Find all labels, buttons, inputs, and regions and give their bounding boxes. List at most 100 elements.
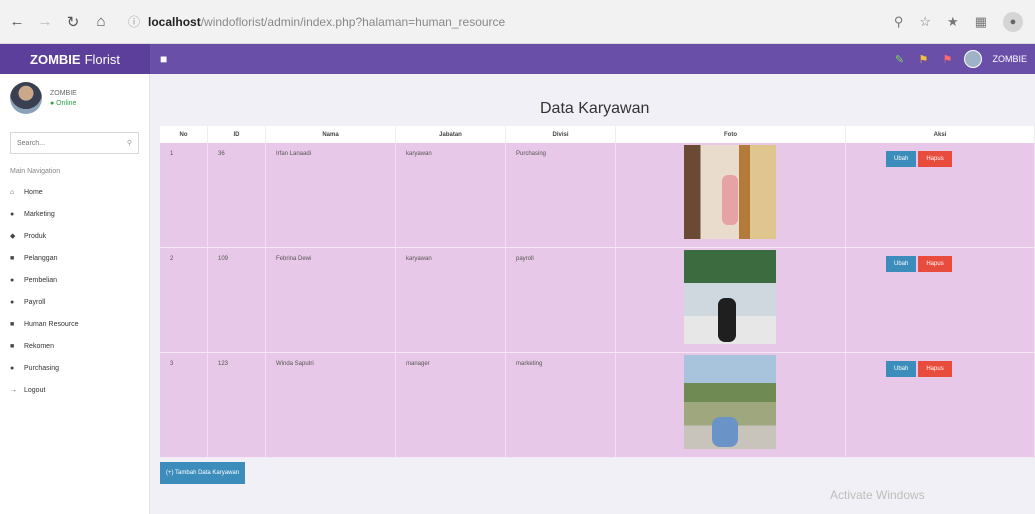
avatar	[10, 82, 42, 114]
home-browser-icon[interactable]: ⌂	[90, 11, 112, 33]
edit-button[interactable]: Ubah	[886, 361, 917, 377]
sidebar-toggle-icon[interactable]: ■	[160, 52, 167, 66]
user-icon: ■	[10, 320, 15, 328]
sidebar-item-rekomen[interactable]: ■ Rekomen	[0, 335, 149, 357]
table-row: 3 123 Winda Saputri manager marketing Ub…	[160, 353, 1035, 458]
logout-icon: →	[10, 386, 17, 394]
collections-icon[interactable]: ▦	[975, 14, 987, 30]
cell-id: 36	[208, 143, 266, 247]
brand-bold: ZOMBIE	[30, 51, 81, 67]
address-bar[interactable]: ⓘ localhost /windoflorist/admin/index.ph…	[128, 10, 688, 34]
cell-aksi: Ubah Hapus	[846, 143, 1035, 247]
cell-divisi: payroll	[506, 248, 616, 352]
header-actions: ✎ ⚑ ⚑ ZOMBIE	[892, 50, 1027, 68]
employee-table: No ID Nama Jabatan Divisi Foto Aksi 1 36…	[160, 126, 1035, 458]
employee-photo	[684, 145, 776, 239]
browser-toolbar: ← → ↻ ⌂ ⓘ localhost /windoflorist/admin/…	[0, 0, 1035, 44]
home-icon: ⌂	[10, 188, 15, 196]
cell-no: 2	[160, 248, 208, 352]
tag-icon: ◆	[10, 233, 16, 240]
employee-photo	[684, 250, 776, 344]
header-avatar[interactable]	[964, 50, 983, 68]
column-header-no: No	[160, 126, 208, 143]
table-row: 1 36 Irfan Lanaadi karyawan Purchasing U…	[160, 143, 1035, 248]
sidebar: ZOMBIE ● Online ⚲ Main Navigation ⌂Home …	[0, 74, 150, 514]
table-header: No ID Nama Jabatan Divisi Foto Aksi	[160, 126, 1035, 143]
search-icon[interactable]: ⚲	[127, 139, 132, 147]
forward-arrow-icon[interactable]: →	[34, 11, 56, 33]
sidebar-item-human-resource[interactable]: ■ Human Resource	[0, 313, 149, 335]
edit-button[interactable]: Ubah	[886, 256, 917, 272]
sidebar-item-logout[interactable]: → Logout	[0, 379, 149, 401]
cell-no: 3	[160, 353, 208, 457]
sidebar-item-produk[interactable]: ◆ Produk	[0, 225, 149, 247]
brand-rest: Florist	[84, 51, 120, 67]
page-title: Data Karyawan	[540, 100, 650, 117]
cell-aksi: Ubah Hapus	[846, 353, 1035, 457]
star-icon[interactable]: ☆	[919, 14, 931, 30]
cell-foto	[616, 143, 846, 247]
sidebar-item-purchasing[interactable]: ● Purchasing	[0, 357, 149, 379]
cell-divisi: Purchasing	[506, 143, 616, 247]
column-header-aksi: Aksi	[846, 126, 1035, 143]
pin-icon: ●	[10, 298, 15, 306]
url-host: localhost	[148, 14, 201, 29]
add-employee-button[interactable]: (+) Tambah Data Karyawan	[160, 462, 246, 484]
delete-button[interactable]: Hapus	[918, 361, 952, 377]
column-header-foto: Foto	[616, 126, 846, 143]
pin-icon: ●	[10, 364, 15, 372]
cell-id: 109	[208, 248, 266, 352]
favorites-icon[interactable]: ★	[947, 14, 959, 30]
cell-jabatan: karyawan	[396, 248, 506, 352]
zoom-icon[interactable]: ⚲	[894, 14, 904, 30]
column-header-divisi: Divisi	[506, 126, 616, 143]
pin-icon: ●	[10, 276, 15, 284]
user-icon: ■	[10, 342, 15, 350]
browser-actions: ⚲ ☆ ★ ▦ ●	[894, 11, 1023, 32]
sidebar-item-pembelian[interactable]: ● Pembelian	[0, 269, 149, 291]
sidebar-item-pelanggan[interactable]: ■ Pelanggan	[0, 247, 149, 269]
delete-button[interactable]: Hapus	[918, 151, 952, 167]
cell-divisi: marketing	[506, 353, 616, 457]
search-input[interactable]	[17, 139, 127, 147]
pin-icon: ●	[10, 210, 15, 218]
column-header-jabatan: Jabatan	[396, 126, 506, 143]
brand-logo[interactable]: ZOMBIE Florist	[0, 44, 150, 74]
sidebar-item-marketing[interactable]: ● Marketing	[0, 203, 149, 225]
cell-id: 123	[208, 353, 266, 457]
sidebar-item-payroll[interactable]: ● Payroll	[0, 291, 149, 313]
cell-nama: Febrina Dewi	[266, 248, 396, 352]
notifications-icon[interactable]: ⚑	[916, 52, 930, 66]
user-panel: ZOMBIE ● Online	[0, 74, 149, 122]
user-icon: ■	[10, 254, 15, 262]
back-arrow-icon[interactable]: ←	[6, 11, 28, 33]
table-row: 2 109 Febrina Dewi karyawan payroll Ubah…	[160, 248, 1035, 353]
cell-nama: Winda Saputri	[266, 353, 396, 457]
sidebar-search: ⚲	[10, 132, 139, 154]
tasks-icon[interactable]: ⚑	[940, 52, 954, 66]
employee-photo	[684, 355, 776, 449]
refresh-icon[interactable]: ↻	[62, 11, 84, 33]
header-user-name[interactable]: ZOMBIE	[992, 54, 1027, 64]
cell-no: 1	[160, 143, 208, 247]
nav-header: Main Navigation	[10, 168, 61, 175]
column-header-id: ID	[208, 126, 266, 143]
cell-aksi: Ubah Hapus	[846, 248, 1035, 352]
profile-icon[interactable]: ●	[1003, 11, 1023, 32]
cell-jabatan: karyawan	[396, 143, 506, 247]
user-status: ● Online	[50, 99, 77, 107]
url-path: /windoflorist/admin/index.php?halaman=hu…	[200, 14, 506, 29]
cell-foto	[616, 353, 846, 457]
main-content: Data Karyawan No ID Nama Jabatan Divisi …	[150, 74, 1035, 514]
cell-foto	[616, 248, 846, 352]
messages-icon[interactable]: ✎	[892, 52, 906, 66]
cell-nama: Irfan Lanaadi	[266, 143, 396, 247]
edit-button[interactable]: Ubah	[886, 151, 917, 167]
sidebar-item-home[interactable]: ⌂ Home	[0, 181, 149, 203]
activate-windows-watermark: Activate Windows	[830, 488, 925, 502]
cell-jabatan: manager	[396, 353, 506, 457]
info-icon: ⓘ	[128, 15, 141, 29]
app-header: ZOMBIE Florist ■ ✎ ⚑ ⚑ ZOMBIE	[0, 44, 1035, 74]
delete-button[interactable]: Hapus	[918, 256, 952, 272]
column-header-nama: Nama	[266, 126, 396, 143]
